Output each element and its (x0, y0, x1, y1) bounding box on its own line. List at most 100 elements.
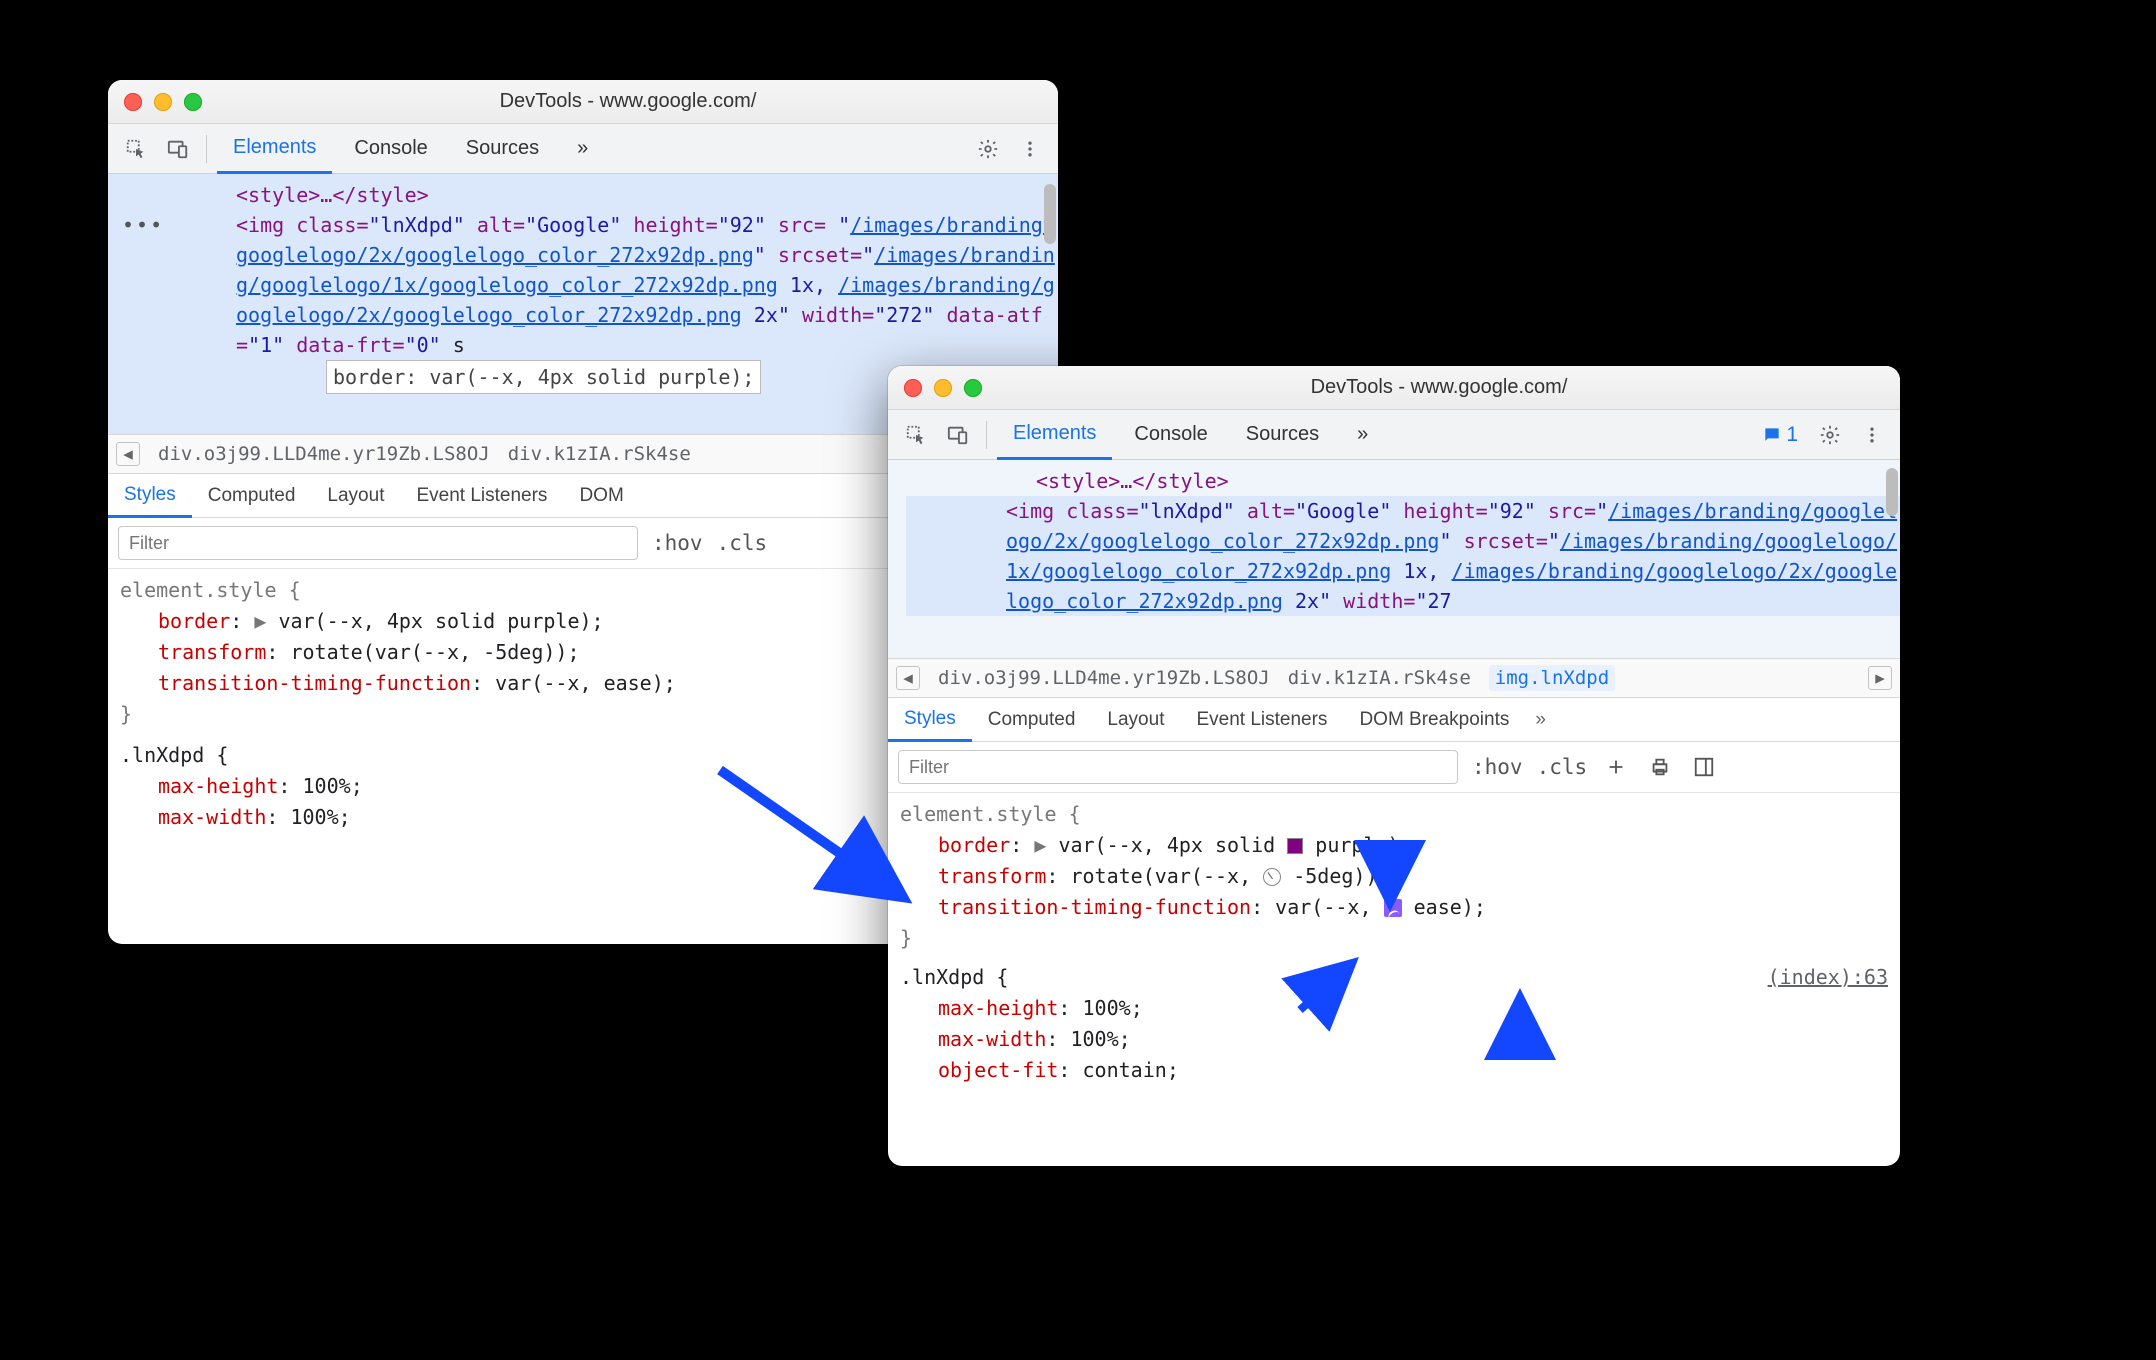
device-toggle-icon[interactable] (160, 131, 196, 167)
angle-swatch-icon[interactable] (1263, 868, 1281, 886)
text: purple (1315, 833, 1387, 857)
cls-toggle[interactable]: .cls (1537, 755, 1588, 779)
crumb-prev-icon[interactable]: ◂ (116, 442, 140, 466)
styles-filter-input[interactable] (118, 526, 638, 560)
tab-more[interactable]: » (561, 124, 604, 174)
dom-tree[interactable]: <style>…</style> <img class="lnXdpd" alt… (888, 460, 1900, 658)
inspect-icon[interactable] (118, 131, 154, 167)
window-title: DevTools - www.google.com/ (994, 376, 1884, 399)
styles-rules[interactable]: element.style { border: ▶ var(--x, 4px s… (888, 793, 1900, 1092)
crumb-item[interactable]: div.k1zIA.rSk4se (508, 443, 691, 465)
crumb-item[interactable]: div.o3j99.LLD4me.yr19Zb.LS8OJ (158, 443, 490, 465)
kebab-icon[interactable] (1012, 131, 1048, 167)
attr-name: src (1548, 499, 1584, 523)
hov-toggle[interactable]: :hov (1472, 755, 1523, 779)
close-brace: } (900, 926, 912, 950)
tab-elements[interactable]: Elements (217, 124, 332, 174)
prop-name: border (158, 609, 230, 633)
tab-elements[interactable]: Elements (997, 410, 1112, 460)
tab-more[interactable]: » (1341, 410, 1384, 460)
inspect-icon[interactable] (898, 417, 934, 453)
attr-value: "27 (1415, 589, 1451, 613)
zoom-window-button[interactable] (964, 379, 982, 397)
color-swatch-icon[interactable] (1287, 838, 1303, 854)
close-window-button[interactable] (124, 93, 142, 111)
attr-name: width (1343, 589, 1403, 613)
tab-sources[interactable]: Sources (1230, 410, 1335, 460)
subtab-computed[interactable]: Computed (192, 474, 312, 518)
subtab-layout[interactable]: Layout (311, 474, 400, 518)
prop-name: max-height (158, 774, 278, 798)
tab-sources[interactable]: Sources (450, 124, 555, 174)
crumb-next-icon[interactable]: ▸ (1868, 666, 1892, 690)
attr-name: data-frt (296, 333, 392, 357)
crumb-prev-icon[interactable]: ◂ (896, 666, 920, 690)
cls-toggle[interactable]: .cls (717, 531, 768, 555)
new-rule-icon[interactable] (1601, 752, 1631, 782)
inline-style-edit[interactable]: border: var(--x, 4px solid purple); (326, 360, 761, 394)
text: -5deg (1293, 864, 1353, 888)
subtab-dombreakpoints[interactable]: DOM Breakpoints (1343, 698, 1525, 742)
hov-toggle[interactable]: :hov (652, 531, 703, 555)
styles-filter-input[interactable] (898, 750, 1458, 784)
subtab-eventlisteners[interactable]: Event Listeners (1180, 698, 1343, 742)
subtab-eventlisteners[interactable]: Event Listeners (400, 474, 563, 518)
gear-icon[interactable] (970, 131, 1006, 167)
main-toolbar: Elements Console Sources » (108, 124, 1058, 174)
messages-badge[interactable]: 1 (1754, 423, 1806, 447)
attr-value: "lnXdpd" (368, 213, 464, 237)
text: contain (1083, 1058, 1167, 1082)
attr-text: 1x, (778, 273, 838, 297)
subtab-styles[interactable]: Styles (888, 698, 972, 742)
main-toolbar: Elements Console Sources » 1 (888, 410, 1900, 460)
attr-value: "Google" (525, 213, 621, 237)
bezier-swatch-icon[interactable] (1384, 899, 1402, 917)
ellipsis-icon[interactable]: ••• (122, 210, 164, 240)
subtab-computed[interactable]: Computed (972, 698, 1092, 742)
scrollbar[interactable] (1044, 184, 1056, 244)
css-var: --x (327, 609, 363, 633)
minimize-window-button[interactable] (934, 379, 952, 397)
titlebar: DevTools - www.google.com/ (108, 80, 1058, 124)
expand-icon[interactable]: ▶ (254, 609, 266, 633)
prop-name: transition-timing-function (158, 671, 471, 695)
text: )); (543, 640, 579, 664)
subtab-dom[interactable]: DOM (563, 474, 639, 518)
gear-icon[interactable] (1812, 417, 1848, 453)
attr-value: "1" (248, 333, 284, 357)
device-toggle-icon[interactable] (940, 417, 976, 453)
css-var: --x (1323, 895, 1359, 919)
css-var: --x (1107, 833, 1143, 857)
print-icon[interactable] (1645, 752, 1675, 782)
crumb-item-selected[interactable]: img.lnXdpd (1489, 665, 1615, 691)
tab-console[interactable]: Console (338, 124, 443, 174)
text: 100% (1070, 1027, 1118, 1051)
selector: .lnXdpd { (900, 965, 1008, 989)
subtab-layout[interactable]: Layout (1091, 698, 1180, 742)
text: , (363, 609, 387, 633)
close-window-button[interactable] (904, 379, 922, 397)
zoom-window-button[interactable] (184, 93, 202, 111)
attr-name: class (296, 213, 356, 237)
subtab-more[interactable]: » (1525, 709, 1556, 731)
css-var: --x (423, 640, 459, 664)
text: ; (351, 774, 363, 798)
minimize-window-button[interactable] (154, 93, 172, 111)
subtab-styles[interactable]: Styles (108, 474, 192, 518)
attr-value: "0" (405, 333, 441, 357)
attr-value: "lnXdpd" (1138, 499, 1234, 523)
prop-name: max-height (938, 996, 1058, 1020)
crumb-item[interactable]: div.k1zIA.rSk4se (1288, 667, 1471, 689)
styles-subtabs: Styles Computed Layout Event Listeners D… (888, 698, 1900, 742)
text: ); (580, 609, 604, 633)
scrollbar[interactable] (1886, 468, 1898, 516)
kebab-icon[interactable] (1854, 417, 1890, 453)
css-var: --x (543, 671, 579, 695)
source-link[interactable]: (index):63 (1768, 962, 1888, 993)
expand-icon[interactable]: ▶ (1034, 833, 1046, 857)
selector: .lnXdpd { (120, 743, 228, 767)
text: )); (1353, 864, 1389, 888)
computed-panel-icon[interactable] (1689, 752, 1719, 782)
crumb-item[interactable]: div.o3j99.LLD4me.yr19Zb.LS8OJ (938, 667, 1270, 689)
tab-console[interactable]: Console (1118, 410, 1223, 460)
